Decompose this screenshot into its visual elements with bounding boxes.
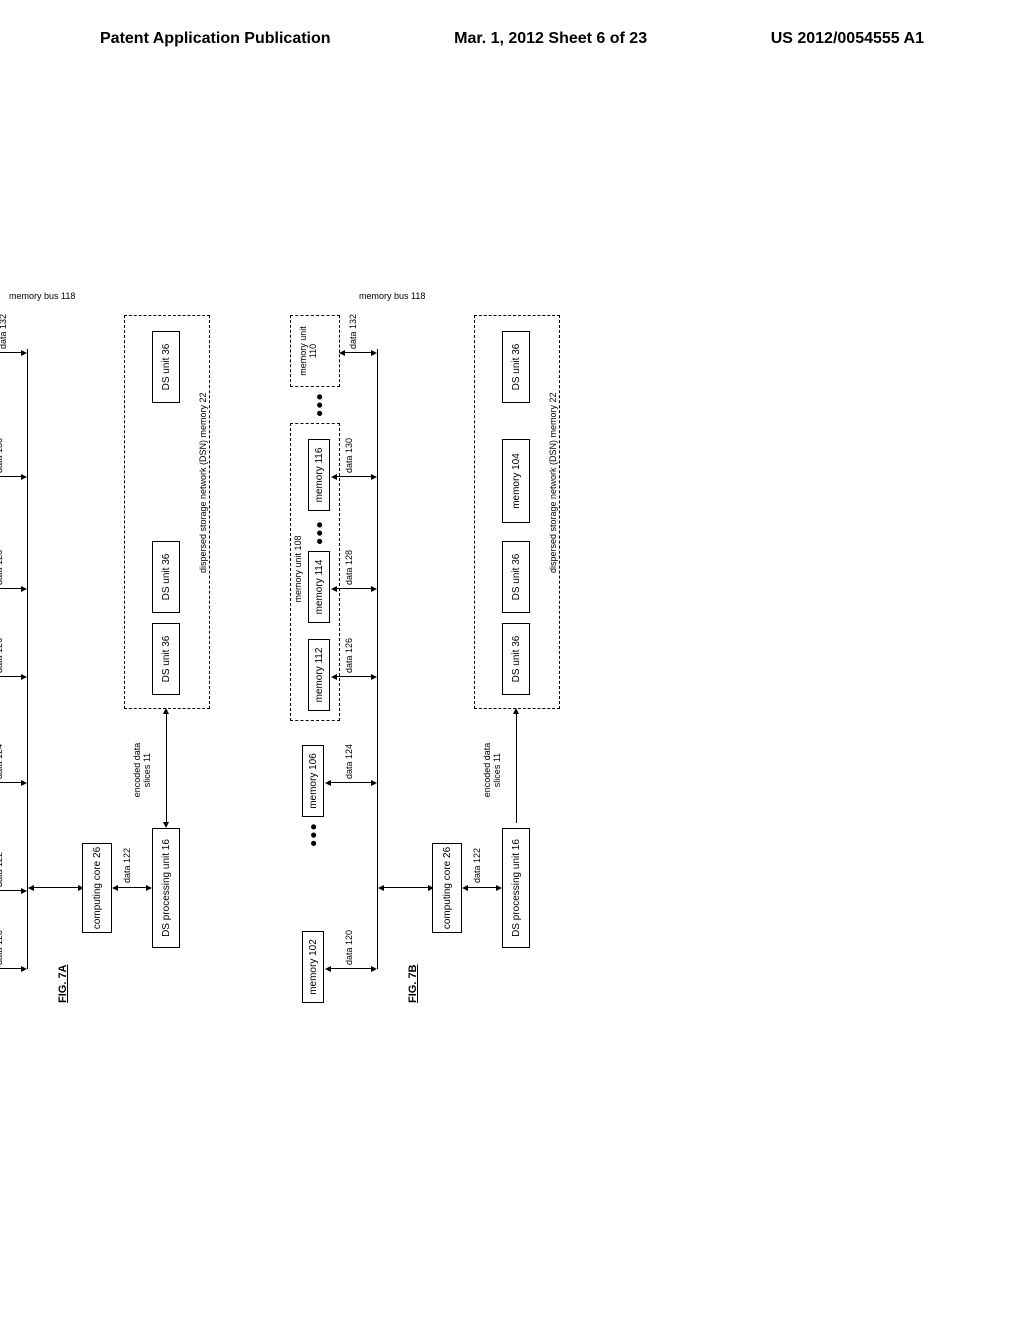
slices-label: encoded data slices 11 xyxy=(132,735,152,805)
data-128-label-b: data 128 xyxy=(344,550,354,585)
arrow xyxy=(330,968,372,969)
data-128-label: data 128 xyxy=(0,550,4,585)
memory-112-b: memory 112 xyxy=(308,639,330,711)
arrow xyxy=(336,588,372,589)
memory-bus-line-b xyxy=(377,349,378,969)
memory-unit-110-b-label: memory unit 110 xyxy=(298,321,318,381)
computing-core: computing core 26 xyxy=(82,843,112,933)
data-126-label-b: data 126 xyxy=(344,638,354,673)
data-122-label-b2: data 122 xyxy=(472,848,482,883)
computing-core-b: computing core 26 xyxy=(432,843,462,933)
memory-102-b: memory 102 xyxy=(302,931,324,1003)
diagram-container: FIG. 7A memory 102 memory 104 ●●● memory… xyxy=(72,268,952,888)
slices-label-b: encoded data slices 11 xyxy=(482,735,502,805)
ds-unit-b2: DS unit 36 xyxy=(502,541,530,613)
ds-unit-3: DS unit 36 xyxy=(152,331,180,403)
fig-7b-label: FIG. 7B xyxy=(407,964,419,1003)
header-right: US 2012/0054555 A1 xyxy=(771,30,924,48)
arrow xyxy=(336,676,372,677)
dsn-label: dispersed storage network (DSN) memory 2… xyxy=(198,392,208,573)
fig-7a: FIG. 7A memory 102 memory 104 ●●● memory… xyxy=(0,163,252,1003)
dsn-label-b: dispersed storage network (DSN) memory 2… xyxy=(548,392,558,573)
data-126-label: data 126 xyxy=(0,638,4,673)
arrow xyxy=(0,782,22,783)
data-120-label-b: data 120 xyxy=(344,930,354,965)
memory-bus-label-b: memory bus 118 xyxy=(359,291,425,301)
arrow xyxy=(516,713,517,823)
arrow xyxy=(467,887,497,888)
dots-icon: ●●● xyxy=(306,822,320,847)
ds-processing-unit: DS processing unit 16 xyxy=(152,828,180,948)
arrow xyxy=(0,588,22,589)
data-132-label: data 132 xyxy=(0,314,8,349)
data-130-label: data 130 xyxy=(0,438,4,473)
ds-unit-b1: DS unit 36 xyxy=(502,623,530,695)
data-122-label-2: data 122 xyxy=(122,848,132,883)
header-center: Mar. 1, 2012 Sheet 6 of 23 xyxy=(454,30,647,48)
arrow xyxy=(117,887,147,888)
memory-106-b: memory 106 xyxy=(302,745,324,817)
data-124-label-b: data 124 xyxy=(344,744,354,779)
page-header: Patent Application Publication Mar. 1, 2… xyxy=(0,0,1024,58)
arrow xyxy=(336,476,372,477)
memory-bus-label: memory bus 118 xyxy=(9,291,75,301)
arrow xyxy=(33,887,79,888)
arrow xyxy=(344,352,372,353)
data-122-label: data 122 xyxy=(0,852,4,887)
arrow xyxy=(0,352,22,353)
dots-icon: ●●● xyxy=(312,392,326,417)
arrow xyxy=(166,713,167,823)
ds-unit-1: DS unit 36 xyxy=(152,623,180,695)
memory-unit-108-b-label: memory unit 108 xyxy=(293,529,303,609)
fig-7b: FIG. 7B memory 102 ●●● memory 106 memory… xyxy=(302,163,602,1003)
data-120-label: data 120 xyxy=(0,930,4,965)
memory-116-b: memory 116 xyxy=(308,439,330,511)
memory-104-b: memory 104 xyxy=(502,439,530,523)
memory-bus-line xyxy=(27,349,28,969)
arrow xyxy=(0,676,22,677)
header-left: Patent Application Publication xyxy=(100,30,331,48)
arrow xyxy=(0,968,22,969)
ds-unit-b3: DS unit 36 xyxy=(502,331,530,403)
ds-unit-2: DS unit 36 xyxy=(152,541,180,613)
arrow xyxy=(330,782,372,783)
fig-7a-label: FIG. 7A xyxy=(57,964,69,1003)
arrow xyxy=(0,476,22,477)
data-130-label-b: data 130 xyxy=(344,438,354,473)
arrow xyxy=(0,890,22,891)
ds-processing-unit-b: DS processing unit 16 xyxy=(502,828,530,948)
arrow xyxy=(383,887,429,888)
data-132-label-b: data 132 xyxy=(348,314,358,349)
data-124-label: data 124 xyxy=(0,744,4,779)
memory-114-b: memory 114 xyxy=(308,551,330,623)
dots-icon: ●●● xyxy=(312,520,326,545)
